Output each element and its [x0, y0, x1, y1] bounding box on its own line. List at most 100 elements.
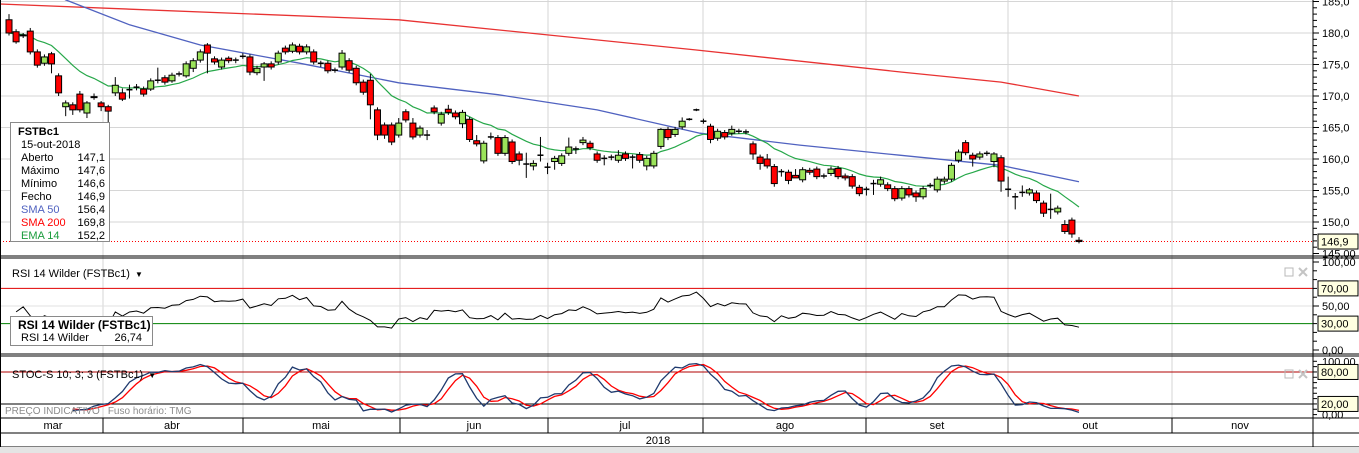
dropdown-caret-icon[interactable]: ▼	[148, 371, 156, 380]
candle-down[interactable]	[884, 184, 892, 190]
candle-up[interactable]	[657, 128, 665, 147]
candle-down[interactable]	[210, 58, 218, 63]
candle-up[interactable]	[1025, 189, 1033, 194]
candle-up[interactable]	[728, 128, 736, 134]
candle-down[interactable]	[770, 166, 778, 185]
candle-up[interactable]	[955, 151, 963, 161]
candle-down[interactable]	[1040, 202, 1048, 214]
candle-up[interactable]	[565, 146, 573, 154]
stochastic-indicator-menu[interactable]: STOC-S 10; 3; 3 (FSTBc1) ▼	[12, 369, 156, 381]
restore-icon[interactable]	[1284, 267, 1294, 277]
candle-down[interactable]	[48, 53, 56, 65]
candle-down[interactable]	[848, 176, 856, 187]
candle-down[interactable]	[409, 122, 417, 138]
candle-down[interactable]	[402, 111, 410, 121]
candle-down[interactable]	[494, 137, 502, 154]
candle-up[interactable]	[90, 96, 98, 99]
candle-down[interactable]	[891, 188, 899, 200]
candle-up[interactable]	[827, 168, 835, 174]
candle-down[interactable]	[473, 140, 481, 145]
bottom-scrollbar[interactable]	[0, 447, 1359, 453]
candle-up[interactable]	[147, 80, 155, 90]
candle-down[interactable]	[76, 93, 84, 111]
candle-up[interactable]	[40, 56, 48, 64]
candle-up[interactable]	[614, 154, 622, 161]
candle-down[interactable]	[1061, 224, 1069, 232]
candle-up[interactable]	[288, 44, 296, 52]
candle-down[interactable]	[444, 108, 452, 113]
candle-down[interactable]	[203, 44, 211, 54]
candle-down[interactable]	[586, 142, 594, 149]
candle-down[interactable]	[636, 154, 644, 161]
candle-up[interactable]	[947, 164, 955, 180]
candle-up[interactable]	[253, 67, 261, 74]
rsi-indicator-menu[interactable]: RSI 14 Wilder (FSTBc1) ▼	[12, 268, 143, 280]
candle-down[interactable]	[345, 60, 353, 71]
candle-up[interactable]	[111, 84, 119, 94]
candle-up[interactable]	[19, 34, 27, 37]
candle-down[interactable]	[749, 143, 757, 155]
close-icon[interactable]	[1298, 369, 1308, 379]
candle-up[interactable]	[480, 142, 488, 162]
candle-down[interactable]	[912, 192, 920, 198]
candle-down[interactable]	[1075, 239, 1083, 243]
candle-down[interactable]	[26, 30, 34, 53]
candle-down[interactable]	[352, 67, 360, 84]
candle-up[interactable]	[189, 60, 197, 69]
candle-down[interactable]	[267, 63, 275, 68]
candle-up[interactable]	[558, 155, 566, 164]
candle-up[interactable]	[459, 111, 467, 125]
candle-up[interactable]	[529, 162, 537, 167]
candle-down[interactable]	[593, 153, 601, 161]
candle-up[interactable]	[940, 178, 948, 182]
candle-down[interactable]	[834, 167, 842, 178]
candle-down[interactable]	[310, 51, 318, 63]
candle-down[interactable]	[55, 75, 63, 94]
candle-up[interactable]	[218, 59, 226, 68]
candle-down[interactable]	[721, 132, 729, 138]
candle-down[interactable]	[813, 168, 821, 178]
price-panel[interactable]	[0, 0, 1313, 244]
candle-down[interactable]	[792, 174, 800, 179]
candle-down[interactable]	[962, 142, 970, 154]
candle-down[interactable]	[1032, 192, 1040, 202]
candle-up[interactable]	[650, 152, 658, 167]
candle-up[interactable]	[83, 102, 91, 114]
candle-up[interactable]	[990, 153, 998, 163]
candle-down[interactable]	[621, 153, 629, 159]
candle-up[interactable]	[671, 128, 679, 135]
candle-down[interactable]	[381, 124, 389, 136]
candle-up[interactable]	[919, 188, 927, 198]
candle-up[interactable]	[933, 178, 941, 191]
candle-down[interactable]	[324, 62, 332, 72]
candle-down[interactable]	[161, 77, 169, 83]
candle-down[interactable]	[841, 175, 849, 179]
candle-up[interactable]	[196, 51, 204, 61]
candle-down[interactable]	[707, 125, 715, 140]
candle-down[interactable]	[359, 81, 367, 93]
candle-up[interactable]	[182, 63, 190, 77]
candle-up[interactable]	[274, 52, 282, 63]
candle-down[interactable]	[905, 188, 913, 196]
candle-down[interactable]	[225, 57, 233, 62]
candle-down[interactable]	[33, 51, 41, 66]
candle-up[interactable]	[678, 120, 686, 128]
dropdown-caret-icon[interactable]: ▼	[135, 270, 143, 279]
rsi-panel[interactable]	[0, 287, 1313, 331]
candle-up[interactable]	[437, 113, 445, 124]
candle-down[interactable]	[664, 128, 672, 139]
candle-up[interactable]	[579, 139, 587, 144]
candle-up[interactable]	[416, 127, 424, 136]
candle-up[interactable]	[714, 130, 722, 139]
candle-down[interactable]	[508, 141, 516, 163]
candle-up[interactable]	[303, 46, 311, 53]
candle-down[interactable]	[969, 154, 977, 160]
candle-up[interactable]	[338, 52, 346, 68]
candle-down[interactable]	[756, 156, 764, 164]
candle-up[interactable]	[501, 137, 509, 154]
candle-down[interactable]	[97, 102, 105, 108]
candle-down[interactable]	[246, 56, 254, 73]
candle-down[interactable]	[784, 171, 792, 181]
candle-down[interactable]	[118, 92, 126, 100]
candle-down[interactable]	[430, 107, 438, 113]
